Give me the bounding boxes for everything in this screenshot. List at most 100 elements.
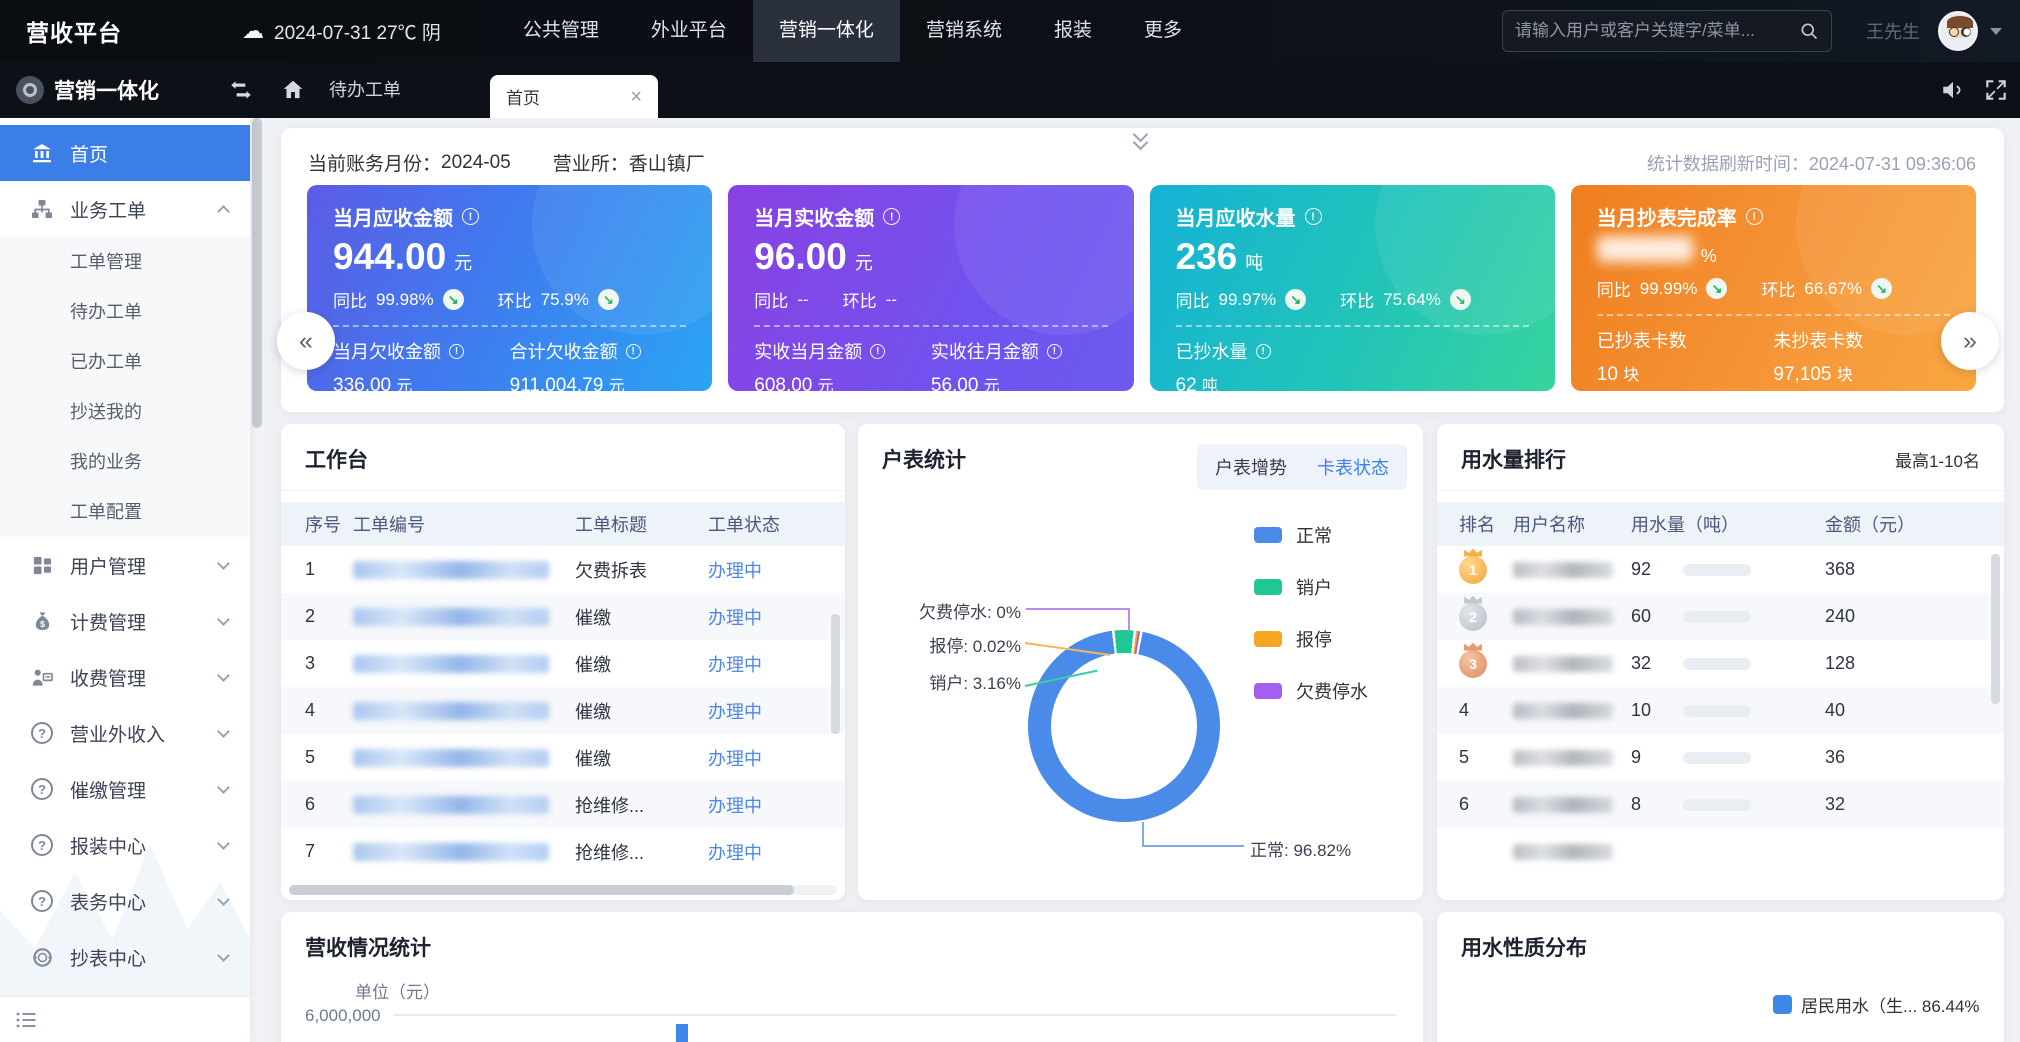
chart-unit-label: 单位（元） [355,978,440,1003]
chevron-down-icon [217,613,230,626]
list-item[interactable]: 6 8 32 [1437,781,2004,828]
sidebar-item-workorder-config[interactable]: 工单配置 [0,487,250,537]
list-item-partial[interactable] [1437,828,2004,875]
card-receivable-amount[interactable]: 当月应收金额! 944.00元 同比99.98%↘ 环比75.9%↘ 当月欠收金… [307,185,712,391]
avatar[interactable] [1938,11,1978,51]
meter-donut[interactable] [1028,630,1220,822]
legend-item[interactable]: 欠费停水 [1254,678,1368,704]
sidebar-group-workorder[interactable]: 业务工单 [0,181,250,237]
swap-arrows-icon[interactable] [228,77,254,103]
info-icon[interactable]: ! [1047,344,1062,359]
sidebar-item-workorder-manage[interactable]: 工单管理 [0,237,250,287]
nav-item-more[interactable]: 更多 [1118,0,1208,62]
sidebar-item-workorder-todo[interactable]: 待办工单 [0,287,250,337]
list-item[interactable]: 2 60 240 [1437,593,2004,640]
main-scrollbar[interactable] [250,118,264,1042]
account-month-value: 2024-05 [441,152,511,174]
legend-item[interactable]: 销户 [1254,574,1368,600]
status-link[interactable]: 办理中 [708,839,818,865]
status-link[interactable]: 办理中 [708,604,818,630]
sidebar-group-meter-reading-center[interactable]: 抄表中心 [0,929,250,985]
sidebar-group-install-center[interactable]: ? 报装中心 [0,817,250,873]
info-icon[interactable]: ! [449,344,464,359]
speaker-icon[interactable] [1940,77,1966,103]
info-icon[interactable]: ! [1256,344,1271,359]
tab-card-meter-status[interactable]: 卡表状态 [1317,454,1389,480]
status-link[interactable]: 办理中 [708,651,818,677]
carousel-prev-button[interactable]: « [277,312,335,370]
info-icon[interactable]: ! [462,208,479,225]
usage-bar [1683,799,1751,811]
list-item[interactable]: 5 9 36 [1437,734,2004,781]
status-link[interactable]: 办理中 [708,745,818,771]
sidebar-group-nonoperating-income[interactable]: ? 营业外收入 [0,705,250,761]
legend-item[interactable]: 正常 [1254,522,1368,548]
fullscreen-icon[interactable] [1983,77,2009,103]
sidebar-item-label: 首页 [70,140,108,167]
nav-item-public[interactable]: 公共管理 [497,0,625,62]
tab-home-label[interactable]: 首页 [506,84,540,109]
sidebar-item-home[interactable]: 首页 [0,125,250,181]
scrollbar-thumb[interactable] [289,885,794,895]
card-receivable-water[interactable]: 当月应收水量! 236吨 同比99.97%↘ 环比75.64%↘ 已抄水量!62… [1150,185,1555,391]
nav-item-marketing-system[interactable]: 营销系统 [900,0,1028,62]
sidebar-group-billing[interactable]: $ 计费管理 [0,593,250,649]
nav-item-install[interactable]: 报装 [1028,0,1118,62]
sidebar-item-workorder-done[interactable]: 已办工单 [0,337,250,387]
main-scrollbar-thumb[interactable] [252,118,262,428]
username-label[interactable]: 王先生 [1866,18,1920,44]
info-icon[interactable]: ! [870,344,885,359]
ranking-vertical-scrollbar[interactable] [1991,554,2000,704]
info-icon[interactable]: ! [626,344,641,359]
nav-item-marketing-integrated[interactable]: 营销一体化 [753,0,900,62]
list-item[interactable]: 1 92 368 [1437,546,2004,593]
home-icon[interactable] [280,77,306,103]
info-icon[interactable]: ! [883,208,900,225]
sidebar-item-my-business[interactable]: 我的业务 [0,437,250,487]
tab-todo-workorder[interactable]: 待办工单 [329,62,401,118]
search-icon[interactable] [1799,21,1819,41]
table-row[interactable]: 5催缴办理中 [281,734,845,781]
info-icon[interactable]: ! [1746,208,1763,225]
tab-meter-growth[interactable]: 户表增势 [1215,454,1287,480]
legend-item[interactable]: 居民用水（生... 86.44% [1773,992,1980,1017]
search-input[interactable] [1515,21,1799,41]
user-menu-caret-icon[interactable] [1990,28,2002,35]
list-item[interactable]: 3 32 128 [1437,640,2004,687]
table-row[interactable]: 4催缴办理中 [281,687,845,734]
global-search[interactable] [1502,10,1832,52]
table-row[interactable]: 3催缴办理中 [281,640,845,687]
ranking-table-body: 1 92 368 2 60 240 3 32 128 4 10 40 5 9 3… [1437,546,2004,875]
list-icon[interactable] [14,1008,38,1032]
card-received-amount[interactable]: 当月实收金额! 96.00元 同比-- 环比-- 实收当月金额!608.00 元… [728,185,1133,391]
sidebar-item-cc-me[interactable]: 抄送我的 [0,387,250,437]
usage-bar [1683,658,1751,670]
table-row[interactable]: 1欠费拆表办理中 [281,546,845,593]
status-link[interactable]: 办理中 [708,557,818,583]
nav-item-field[interactable]: 外业平台 [625,0,753,62]
list-item[interactable]: 4 10 40 [1437,687,2004,734]
sidebar-group-label: 表务中心 [70,888,146,915]
tab-home-active[interactable]: 首页 × [490,75,658,118]
legend-item[interactable]: 报停 [1254,626,1368,652]
carousel-next-button[interactable]: » [1941,312,1999,370]
info-icon[interactable]: ! [1305,208,1322,225]
collapse-double-chevron-icon[interactable] [1131,129,1155,151]
sidebar-group-collection[interactable]: ? 催缴管理 [0,761,250,817]
status-link[interactable]: 办理中 [708,792,818,818]
meter-icon [30,945,54,969]
status-link[interactable]: 办理中 [708,698,818,724]
ranking-note: 最高1-10名 [1895,447,1980,472]
callout-line-blue [1142,845,1244,847]
bar-series [676,1024,688,1042]
table-row[interactable]: 2催缴办理中 [281,593,845,640]
table-row[interactable]: 7抢维修...办理中 [281,828,845,875]
close-icon[interactable]: × [630,87,642,107]
table-row[interactable]: 6抢维修...办理中 [281,781,845,828]
table-horizontal-scrollbar[interactable] [289,885,837,895]
sidebar-group-user-manage[interactable]: 用户管理 [0,537,250,593]
card-meter-reading-rate[interactable]: 当月抄表完成率! % 同比99.99%↘ 环比66.67%↘ 已抄表卡数10 块… [1571,185,1976,391]
sidebar-group-charging[interactable]: 收费管理 [0,649,250,705]
sidebar-group-meter-center[interactable]: ? 表务中心 [0,873,250,929]
table-vertical-scrollbar[interactable] [831,614,840,734]
